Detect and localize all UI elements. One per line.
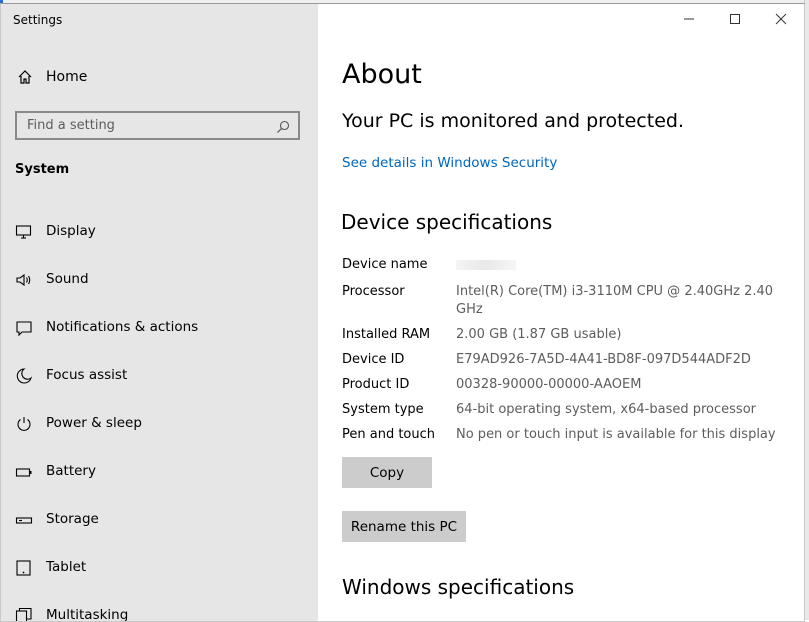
sidebar-home-label: Home [46,69,88,85]
sidebar-item-multitasking[interactable]: Multitasking [1,593,318,621]
spec-value: 00328-90000-00000-AAOEM [456,377,642,392]
spec-key: Device ID [342,352,405,367]
spec-row: Product ID 00328-90000-00000-AAOEM [342,376,782,394]
sidebar: Settings Home Find a setting System Disp… [1,4,318,621]
spec-value: Intel(R) Core(TM) i3-3110M CPU @ 2.40GHz… [456,284,774,317]
spec-row: Device name [342,256,782,276]
window-title: Settings [13,13,63,27]
rename-pc-button[interactable]: Rename this PC [342,511,466,542]
sidebar-item-notifications[interactable]: Notifications & actions [1,305,318,353]
settings-window: Settings Home Find a setting System Disp… [0,3,805,622]
spec-value: E79AD926-7A5D-4A41-BD8F-097D544ADF2D [456,352,751,367]
sidebar-nav: Display Sound Notifications & actions Fo… [1,209,318,621]
spec-row: System type 64-bit operating system, x64… [342,401,782,419]
sidebar-item-storage[interactable]: Storage [1,497,318,545]
power-icon [15,415,33,433]
sidebar-item-label: Focus assist [46,367,128,383]
monitor-icon [15,223,33,241]
spec-value-device-name [456,256,782,276]
moon-icon [15,367,33,385]
spec-row: Pen and touch No pen or touch input is a… [342,426,782,444]
sidebar-section-title: System [15,162,70,177]
spec-key: Product ID [342,377,410,392]
sidebar-item-label: Sound [46,271,89,287]
sidebar-home[interactable]: Home [1,64,318,94]
sidebar-item-label: Power & sleep [46,415,142,431]
battery-icon [15,463,33,481]
windows-specs-heading: Windows specifications [342,575,575,599]
spec-key: System type [342,402,424,417]
device-specs-table: Device name Processor Intel(R) Core(TM) … [342,256,782,451]
protection-status: Your PC is monitored and protected. [342,110,684,132]
sidebar-item-focus-assist[interactable]: Focus assist [1,353,318,401]
spec-value: 2.00 GB (1.87 GB usable) [456,327,622,342]
main-content: About Your PC is monitored and protected… [319,4,804,621]
spec-row: Installed RAM 2.00 GB (1.87 GB usable) [342,326,782,344]
spec-row: Processor Intel(R) Core(TM) i3-3110M CPU… [342,283,782,319]
copy-button[interactable]: Copy [342,457,432,488]
search-input[interactable]: Find a setting [15,111,300,140]
sidebar-item-label: Notifications & actions [46,319,199,335]
sidebar-item-battery[interactable]: Battery [1,449,318,497]
device-specs-heading: Device specifications [341,210,553,234]
sidebar-item-label: Tablet [46,559,87,575]
search-icon [276,119,290,133]
minimize-button[interactable] [666,4,712,34]
spec-key: Installed RAM [342,327,431,342]
close-button[interactable] [758,4,804,34]
speaker-icon [15,271,33,289]
page-title: About [342,59,422,90]
maximize-button[interactable] [712,4,758,34]
spec-key: Device name [342,257,428,272]
security-link[interactable]: See details in Windows Security [342,155,557,171]
notification-icon [15,319,33,337]
sidebar-item-tablet[interactable]: Tablet [1,545,318,593]
sidebar-item-display[interactable]: Display [1,209,318,257]
redacted-device-name [456,260,516,270]
spec-key: Pen and touch [342,427,436,442]
sidebar-item-power-sleep[interactable]: Power & sleep [1,401,318,449]
search-placeholder: Find a setting [27,118,115,133]
spec-value: No pen or touch input is available for t… [456,427,776,442]
sidebar-item-sound[interactable]: Sound [1,257,318,305]
sidebar-item-label: Display [46,223,96,239]
storage-icon [15,511,33,529]
home-icon [17,69,33,85]
tablet-icon [15,559,33,577]
spec-row: Device ID E79AD926-7A5D-4A41-BD8F-097D54… [342,351,782,369]
sidebar-item-label: Battery [46,463,96,479]
spec-value: 64-bit operating system, x64-based proce… [456,402,756,417]
sidebar-item-label: Storage [46,511,99,527]
spec-key: Processor [342,284,405,299]
